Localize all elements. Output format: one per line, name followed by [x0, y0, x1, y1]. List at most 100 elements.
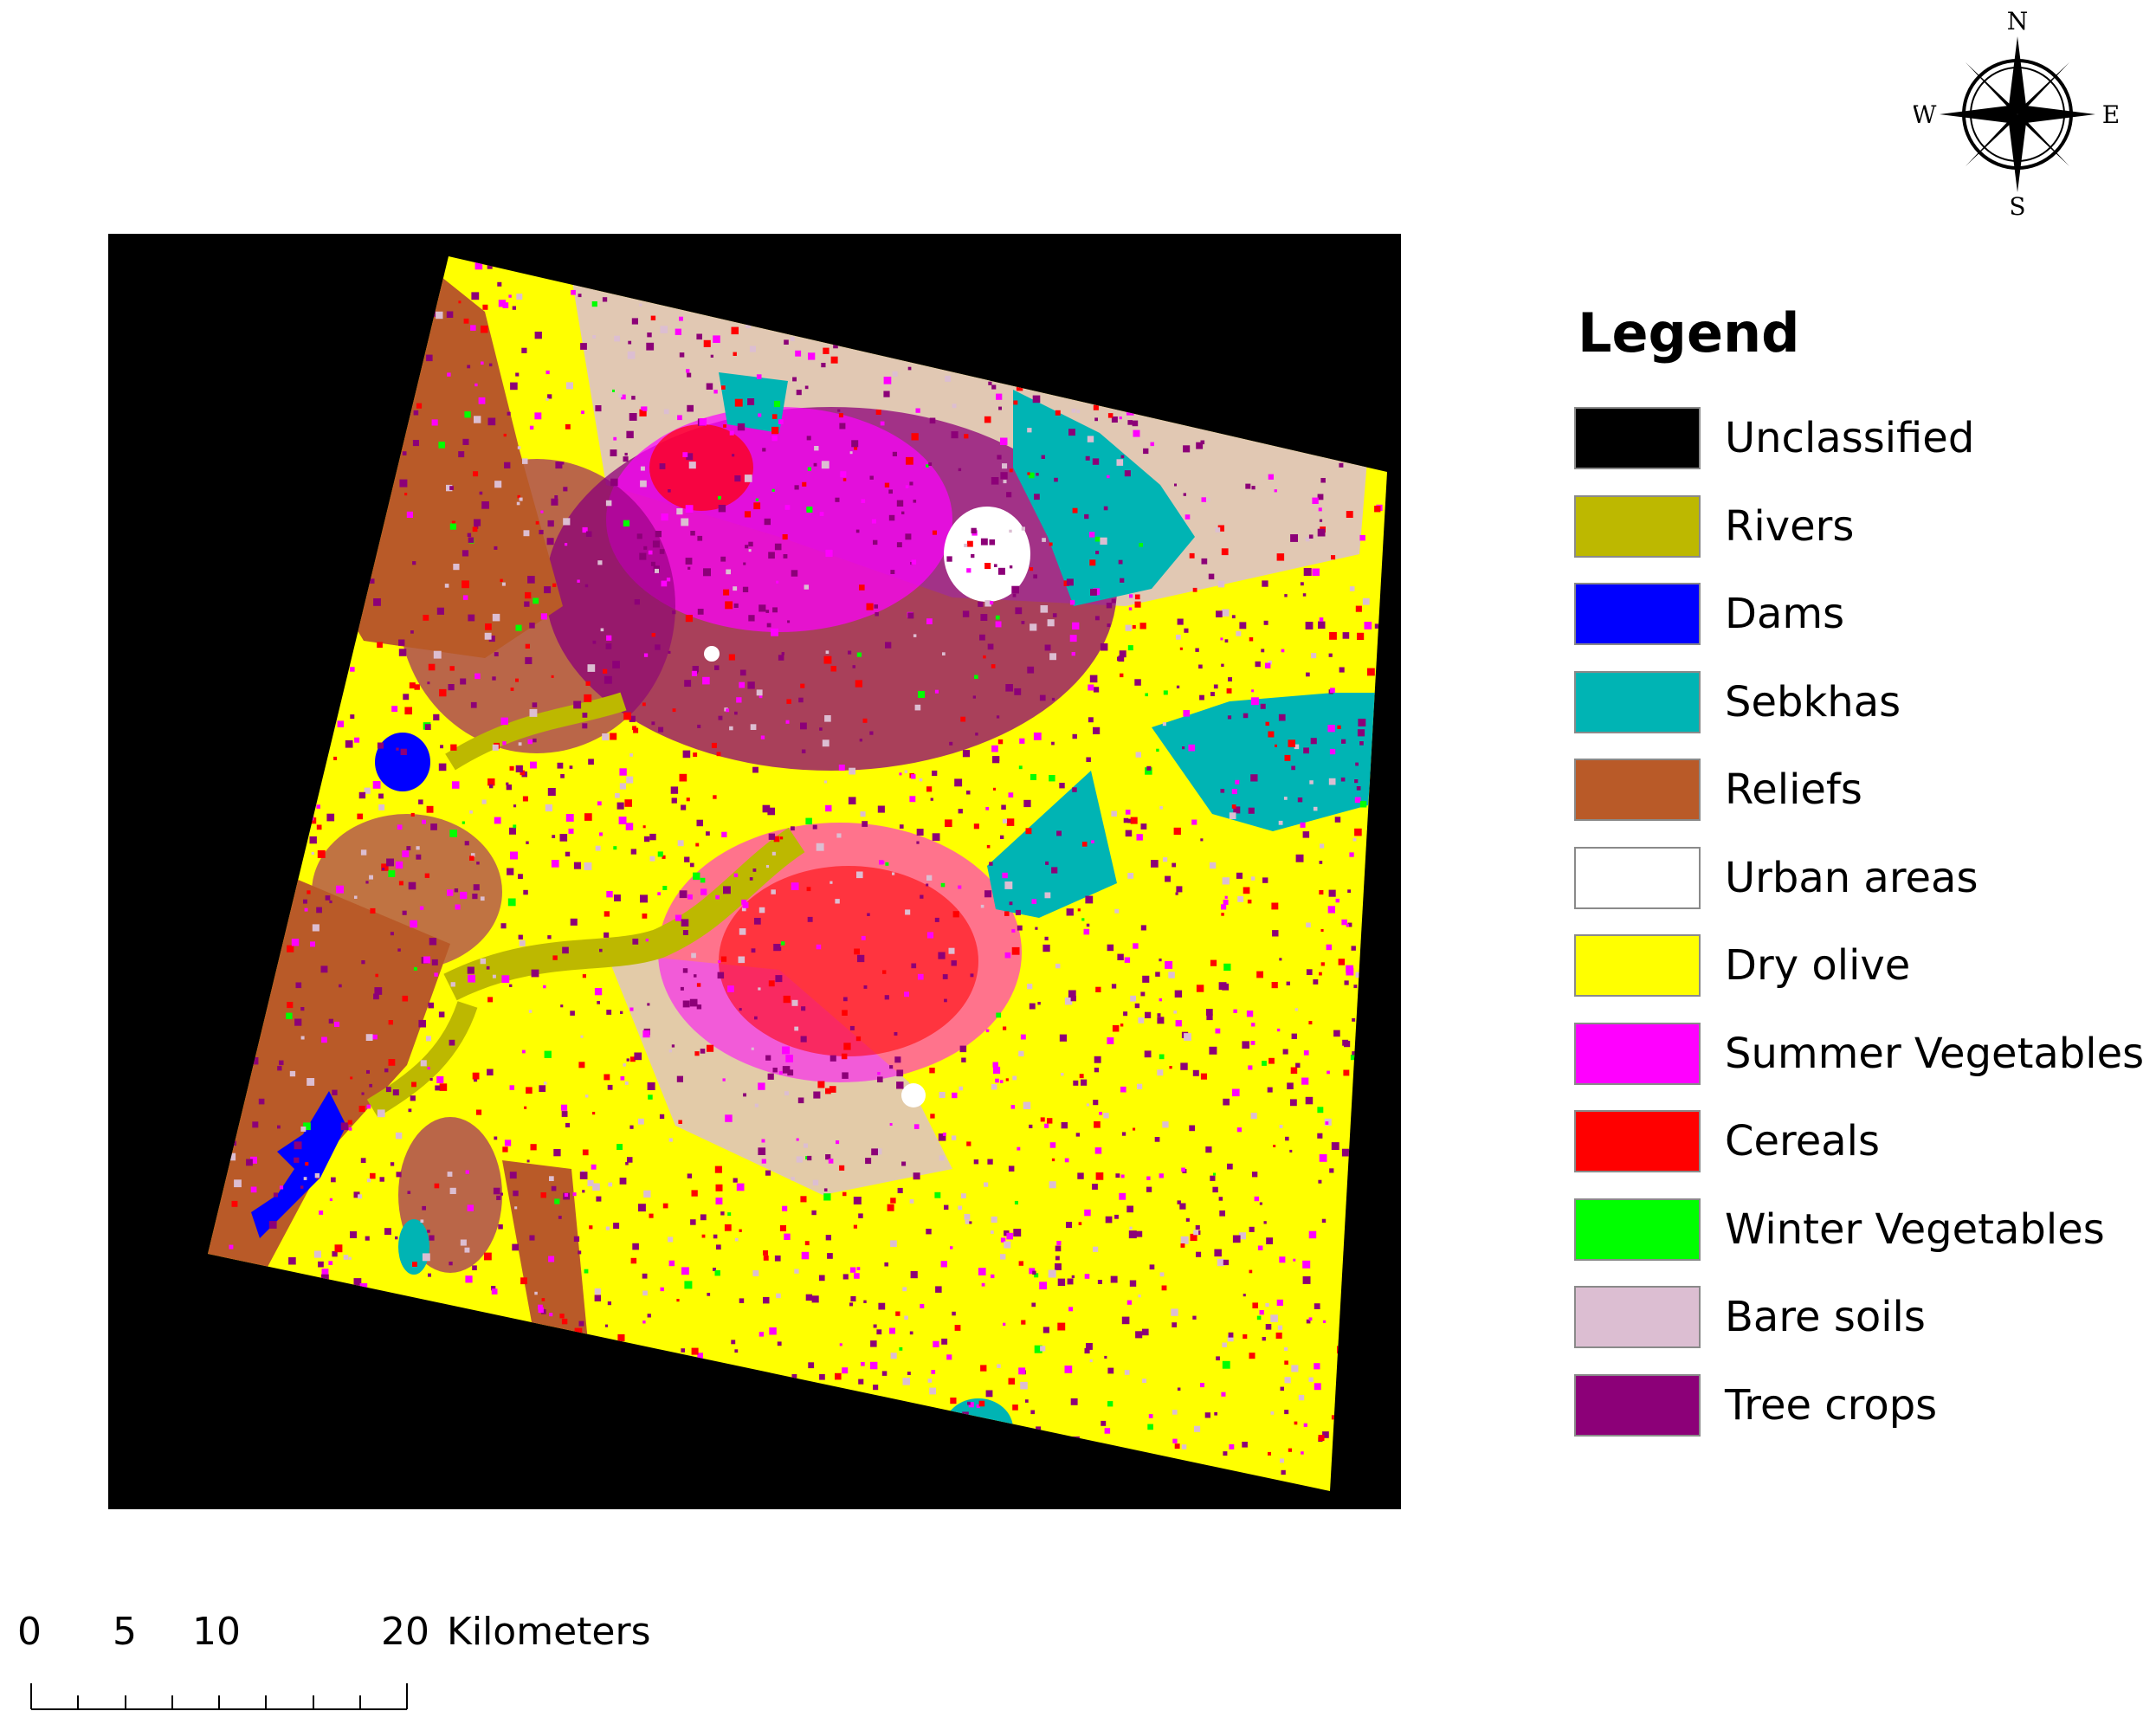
- speckle-pixel: [894, 1056, 901, 1063]
- speckle-pixel: [623, 1063, 626, 1067]
- speckle-pixel: [1249, 1269, 1253, 1274]
- speckle-pixel: [835, 1372, 842, 1380]
- speckle-pixel: [929, 1068, 935, 1074]
- speckle-pixel: [360, 849, 367, 856]
- speckle-pixel: [745, 545, 749, 549]
- speckle-pixel: [804, 1241, 810, 1246]
- speckle-pixel: [594, 1295, 601, 1301]
- speckle-pixel: [585, 1094, 589, 1098]
- speckle-pixel: [1107, 1037, 1114, 1044]
- speckle-pixel: [700, 1049, 706, 1054]
- speckle-pixel: [792, 377, 797, 382]
- speckle-pixel: [843, 997, 848, 1002]
- speckle-pixel: [783, 995, 791, 1004]
- speckle-pixel: [484, 1252, 492, 1261]
- speckle-pixel: [288, 1256, 296, 1265]
- speckle-pixel: [1282, 1049, 1288, 1055]
- speckle-pixel: [991, 745, 998, 752]
- speckle-pixel: [1068, 1307, 1074, 1312]
- speckle-pixel: [791, 1177, 795, 1181]
- speckle-pixel: [1291, 1365, 1299, 1372]
- speckle-pixel: [517, 446, 521, 449]
- speckle-pixel: [1165, 875, 1171, 882]
- speckle-pixel: [1262, 1061, 1267, 1066]
- speckle-pixel: [950, 1398, 957, 1404]
- speckle-pixel: [890, 1198, 896, 1204]
- speckle-pixel: [365, 1236, 370, 1241]
- speckle-pixel: [1008, 1378, 1015, 1385]
- speckle-pixel: [842, 1367, 849, 1374]
- speckle-pixel: [1049, 1142, 1056, 1148]
- speckle-pixel: [1055, 1245, 1062, 1252]
- speckle-pixel: [946, 1354, 952, 1360]
- speckle-pixel: [522, 458, 528, 464]
- speckle-pixel: [1251, 689, 1255, 693]
- speckle-pixel: [1236, 1127, 1242, 1133]
- speckle-pixel: [1021, 621, 1025, 624]
- speckle-pixel: [964, 543, 968, 547]
- speckle-pixel: [1327, 1070, 1330, 1075]
- speckle-pixel: [1030, 1410, 1035, 1415]
- compass-north-label: N: [2007, 10, 2029, 36]
- speckle-pixel: [1284, 754, 1291, 761]
- speckle-pixel: [721, 385, 726, 390]
- speckle-pixel: [1249, 1226, 1255, 1232]
- speckle-pixel: [1001, 804, 1006, 810]
- speckle-pixel: [434, 1183, 440, 1189]
- speckle-pixel: [991, 1274, 995, 1279]
- speckle-pixel: [765, 1170, 771, 1176]
- legend-label: Cereals: [1725, 1117, 1881, 1165]
- speckle-pixel: [573, 1236, 580, 1242]
- speckle-pixel: [1308, 1317, 1313, 1321]
- speckle-pixel: [1066, 1222, 1072, 1229]
- speckle-pixel: [549, 1176, 554, 1181]
- speckle-pixel: [1165, 960, 1173, 969]
- speckle-pixel: [681, 804, 687, 810]
- speckle-pixel: [1076, 410, 1081, 414]
- speckle-pixel: [1009, 565, 1013, 569]
- speckle-pixel: [859, 739, 862, 742]
- speckle-pixel: [525, 656, 533, 664]
- speckle-pixel: [896, 542, 902, 548]
- speckle-pixel: [1185, 514, 1191, 520]
- speckle-pixel: [358, 1194, 363, 1199]
- speckle-pixel: [758, 1332, 765, 1337]
- scale-tick-label: 0: [17, 1610, 42, 1654]
- speckle-pixel: [1100, 537, 1107, 545]
- speckle-pixel: [1009, 901, 1013, 906]
- speckle-pixel: [1195, 1225, 1200, 1230]
- speckle-pixel: [1004, 911, 1010, 916]
- speckle-pixel: [860, 811, 866, 817]
- speckle-pixel: [838, 765, 845, 771]
- speckle-pixel: [625, 1162, 629, 1165]
- speckle-pixel: [874, 604, 878, 609]
- speckle-pixel: [938, 952, 946, 959]
- speckle-pixel: [1200, 1073, 1207, 1080]
- speckle-pixel: [424, 724, 431, 730]
- speckle-pixel: [485, 623, 492, 630]
- speckle-pixel: [428, 1002, 434, 1009]
- speckle-pixel: [555, 462, 563, 469]
- speckle-pixel: [1279, 1256, 1286, 1263]
- speckle-pixel: [1251, 486, 1256, 490]
- speckle-pixel: [1104, 1355, 1107, 1359]
- speckle-pixel: [675, 914, 682, 921]
- speckle-pixel: [942, 652, 946, 655]
- speckle-pixel: [966, 540, 973, 547]
- speckle-pixel: [906, 456, 913, 465]
- speckle-pixel: [1267, 1087, 1273, 1093]
- legend-swatch: [1574, 1110, 1701, 1172]
- speckle-pixel: [1221, 904, 1227, 910]
- speckle-pixel: [728, 654, 735, 661]
- speckle-pixel: [1133, 943, 1139, 949]
- speckle-pixel: [332, 1089, 338, 1095]
- speckle-pixel: [397, 824, 403, 830]
- speckle-pixel: [527, 739, 533, 745]
- speckle-pixel: [1120, 455, 1125, 459]
- speckle-pixel: [1216, 610, 1223, 617]
- speckle-pixel: [1205, 1009, 1213, 1016]
- speckle-pixel: [984, 1182, 989, 1187]
- speckle-pixel: [1086, 757, 1091, 762]
- speckle-pixel: [449, 1187, 456, 1194]
- speckle-pixel: [411, 1082, 416, 1088]
